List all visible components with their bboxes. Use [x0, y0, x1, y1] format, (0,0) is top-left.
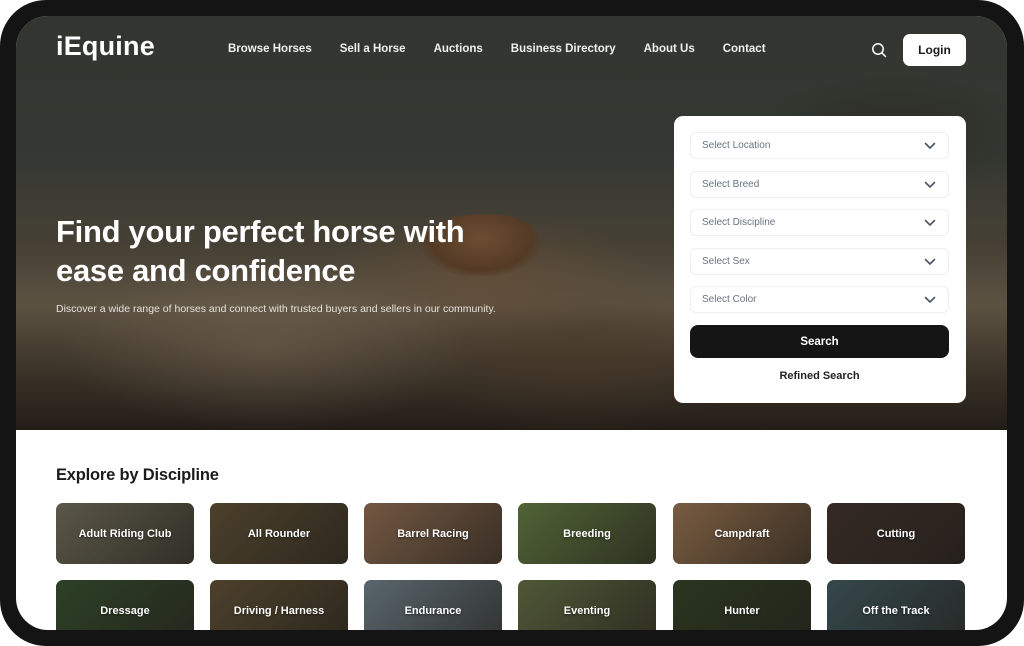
nav-link-contact[interactable]: Contact — [723, 43, 766, 55]
search-button[interactable]: Search — [690, 325, 949, 358]
nav-link-browse-horses[interactable]: Browse Horses — [228, 43, 312, 55]
select-color[interactable]: Select Color — [690, 286, 949, 313]
nav-link-auctions[interactable]: Auctions — [434, 43, 483, 55]
select-sex-label: Select Sex — [702, 256, 750, 267]
search-card: Select Location Select Breed Select Disc… — [674, 116, 966, 403]
hero-subtitle: Discover a wide range of horses and conn… — [56, 303, 496, 315]
select-breed-label: Select Breed — [702, 179, 760, 190]
chevron-down-icon — [924, 258, 936, 265]
top-navigation: iEquine Browse Horses Sell a Horse Aucti… — [16, 16, 1007, 86]
discipline-card-label: Dressage — [100, 604, 150, 617]
discipline-card-label: Hunter — [724, 604, 760, 617]
chevron-down-icon — [924, 296, 936, 303]
discipline-card-hunter[interactable]: Hunter — [673, 580, 811, 630]
select-location-label: Select Location — [702, 140, 771, 151]
hero-title: Find your perfect horse with ease and co… — [56, 214, 465, 288]
discipline-card-dressage[interactable]: Dressage — [56, 580, 194, 630]
chevron-down-icon — [924, 142, 936, 149]
discipline-card-cutting[interactable]: Cutting — [827, 503, 965, 564]
discipline-card-label: Campdraft — [714, 527, 770, 540]
site-logo[interactable]: iEquine — [56, 31, 155, 62]
refined-search-link[interactable]: Refined Search — [690, 370, 949, 382]
discipline-card-label: Off the Track — [862, 604, 930, 617]
discipline-card-label: Eventing — [563, 604, 611, 617]
discipline-card-driving-harness[interactable]: Driving / Harness — [210, 580, 348, 630]
search-icon[interactable] — [871, 42, 887, 58]
discipline-card-label: Cutting — [876, 527, 916, 540]
nav-link-business-directory[interactable]: Business Directory — [511, 43, 616, 55]
discipline-card-label: Driving / Harness — [233, 604, 325, 617]
discipline-card-adult-riding-club[interactable]: Adult Riding Club — [56, 503, 194, 564]
select-location[interactable]: Select Location — [690, 132, 949, 159]
discipline-card-label: Adult Riding Club — [78, 527, 172, 540]
discipline-card-all-rounder[interactable]: All Rounder — [210, 503, 348, 564]
nav-links: Browse Horses Sell a Horse Auctions Busi… — [228, 43, 794, 55]
discipline-card-barrel-racing[interactable]: Barrel Racing — [364, 503, 502, 564]
select-sex[interactable]: Select Sex — [690, 248, 949, 275]
discipline-card-label: Breeding — [563, 527, 611, 540]
device-frame: iEquine Browse Horses Sell a Horse Aucti… — [0, 0, 1024, 646]
select-discipline[interactable]: Select Discipline — [690, 209, 949, 236]
discipline-card-eventing[interactable]: Eventing — [518, 580, 656, 630]
discipline-card-label: Barrel Racing — [397, 527, 469, 540]
hero-section: iEquine Browse Horses Sell a Horse Aucti… — [16, 16, 1007, 430]
chevron-down-icon — [924, 181, 936, 188]
discipline-card-campdraft[interactable]: Campdraft — [673, 503, 811, 564]
discipline-card-label: Endurance — [404, 604, 462, 617]
browser-viewport: iEquine Browse Horses Sell a Horse Aucti… — [16, 16, 1007, 630]
select-discipline-label: Select Discipline — [702, 217, 776, 228]
discipline-card-breeding[interactable]: Breeding — [518, 503, 656, 564]
login-button[interactable]: Login — [903, 34, 966, 66]
discipline-card-endurance[interactable]: Endurance — [364, 580, 502, 630]
chevron-down-icon — [924, 219, 936, 226]
nav-link-about-us[interactable]: About Us — [644, 43, 695, 55]
explore-by-discipline-heading: Explore by Discipline — [56, 466, 219, 484]
select-color-label: Select Color — [702, 294, 757, 305]
nav-link-sell-a-horse[interactable]: Sell a Horse — [340, 43, 406, 55]
select-breed[interactable]: Select Breed — [690, 171, 949, 198]
discipline-card-off-the-track[interactable]: Off the Track — [827, 580, 965, 630]
discipline-card-label: All Rounder — [247, 527, 311, 540]
